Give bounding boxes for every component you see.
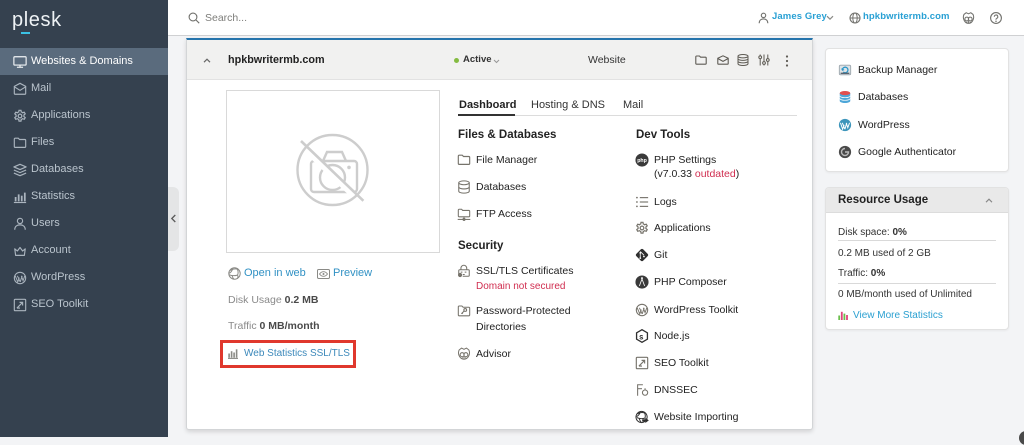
svg-text:php: php [637, 158, 647, 164]
